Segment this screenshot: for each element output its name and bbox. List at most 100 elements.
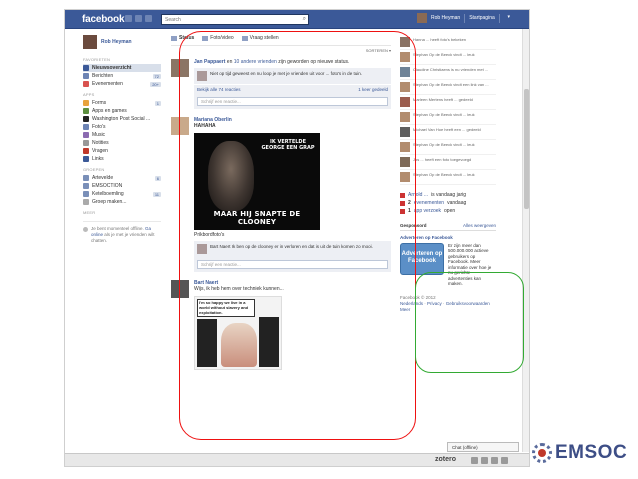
app-icon [83, 100, 89, 106]
sidebar-item-washington-post[interactable]: Washington Post Social ... [83, 115, 161, 123]
ticker-text: Stephan Op de Beeck vindt ... leuk [413, 142, 475, 147]
chat-label: Chat (offline) [452, 445, 478, 450]
count-badge: 72 [152, 73, 161, 79]
account-menu-icon[interactable]: ▾ [504, 14, 514, 23]
emsoc-logo: EMSOC [532, 442, 627, 464]
app-icon [83, 116, 89, 122]
zotero-button[interactable]: zotero [435, 456, 456, 463]
sidebar-item-news-feed[interactable]: Nieuwsoverzicht [83, 64, 161, 72]
sidebar-item-events[interactable]: Evenementen 20+ [83, 80, 161, 88]
sidebar-item-label: Nieuwsoverzicht [92, 65, 132, 71]
apps-header: APPS [83, 92, 95, 97]
count-badge: 20+ [150, 81, 161, 87]
addon-icon[interactable] [471, 457, 478, 464]
groups-header: GROEPEN [83, 167, 105, 172]
sidebar-item-label: Artevelde [92, 175, 114, 181]
news-feed-icon [83, 65, 89, 71]
ticker-text: Stephan Op de Beeck vindt ... leuk [413, 172, 475, 177]
events-link[interactable]: evenementen [414, 199, 444, 207]
chat-offline-note: Je bent momenteel offline. Ga online als… [83, 221, 161, 244]
favorites-header: FAVORIETEN [83, 57, 111, 62]
requests-text: open [444, 208, 456, 214]
search-placeholder: Search [165, 17, 181, 23]
sidebar-item-music[interactable]: Music [83, 131, 161, 139]
divider [498, 13, 500, 23]
sidebar-profile[interactable]: Rob Heyman [83, 35, 161, 49]
sidebar-item-create-group[interactable]: Groep maken... [83, 198, 161, 206]
sidebar-item-label: Groep maken... [92, 199, 127, 205]
ticker-text: Stephan Op de Beeck vindt ... leuk [413, 112, 475, 117]
notes-icon [83, 140, 89, 146]
music-icon [83, 132, 89, 138]
ticker-text: Hanna ... heeft foto's bekeken [413, 37, 467, 42]
group-icon [83, 191, 89, 197]
top-user-name[interactable]: Rob Heyman [431, 15, 460, 21]
see-all-ads-link[interactable]: Alles weergeven [463, 223, 496, 228]
sidebar-item-label: Notities [92, 140, 109, 146]
addon-icon[interactable] [501, 457, 508, 464]
count-badge: 11 [152, 191, 161, 197]
sidebar-item-label: Links [92, 156, 104, 162]
sidebar-item-label: Apps en games [92, 108, 127, 114]
sidebar-item-label: Foto's [92, 124, 106, 130]
sidebar-item-label: Music [92, 132, 106, 138]
ticker-text: Jos ... heeft een foto toegevoegd [413, 157, 472, 162]
search-input[interactable]: Search ⌕ [161, 14, 309, 25]
home-link[interactable]: Startpagina [469, 15, 495, 21]
sidebar-item-emsoction[interactable]: EMSOCTION [83, 182, 161, 190]
count-badge: 1 [154, 100, 161, 106]
facebook-top-bar: facebook Search ⌕ Rob Heyman Startpagina… [65, 10, 529, 29]
news-feed-highlight [179, 31, 416, 440]
links-icon [83, 156, 89, 162]
sidebar-item-label: Berichten [92, 73, 114, 79]
sidebar-item-label: Vragen [92, 148, 108, 154]
notifications-icon[interactable] [145, 15, 152, 22]
addon-icon[interactable] [491, 457, 498, 464]
chat-note-text: Je bent momenteel offline. [91, 226, 144, 231]
ticker-text: Stephan Op de Beeck vindt ... leuk [413, 52, 475, 57]
ticker-text: Marleen Mertens heeft ... gedeeld [413, 97, 473, 102]
gear-icon [532, 443, 552, 463]
avatar[interactable] [83, 35, 97, 49]
sidebar-item-artevelde[interactable]: Artevelde 6 [83, 174, 161, 182]
ticker-text: Stephan Op de Beeck vindt een link van .… [413, 82, 489, 87]
sidebar-item-label: Forms [92, 100, 107, 106]
events-text: vandaag [447, 200, 467, 206]
photos-icon [83, 124, 89, 130]
chat-status-icon [83, 227, 88, 232]
count-badge: 6 [154, 175, 161, 181]
emsoc-wordmark: EMSOC [555, 442, 628, 463]
sidebar-item-label: Ketelboemling [92, 191, 124, 197]
scrollbar-thumb[interactable] [524, 89, 529, 209]
friend-requests-icon[interactable] [125, 15, 132, 22]
sidebar-item-messages[interactable]: Berichten 72 [83, 72, 161, 80]
facebook-logo[interactable]: facebook [82, 14, 125, 25]
sidebar-item-forms[interactable]: Forms 1 [83, 99, 161, 107]
calendar-icon [83, 81, 89, 87]
sidebar-item-ketelboemling[interactable]: Ketelboemling 11 [83, 190, 161, 198]
avatar[interactable] [417, 13, 427, 23]
sidebar-item-label: Evenementen [92, 81, 123, 87]
sidebar-item-label: Washington Post Social ... [92, 116, 151, 122]
requests-link[interactable]: app verzoek [414, 207, 441, 215]
sidebar-item-questions[interactable]: Vragen [83, 147, 161, 155]
app-icon [83, 108, 89, 114]
search-icon[interactable]: ⌕ [303, 16, 306, 23]
ads-highlight [415, 272, 524, 373]
sidebar-item-photos[interactable]: Foto's [83, 123, 161, 131]
group-icon [83, 183, 89, 189]
ticker-text: Claudine Christiaens is nu vrienden met … [413, 67, 489, 72]
sidebar-item-notes[interactable]: Notities [83, 139, 161, 147]
more-link[interactable]: MEER [83, 210, 161, 215]
chat-bar[interactable]: Chat (offline) [447, 442, 519, 452]
sidebar-item-label: EMSOCTION [92, 183, 123, 189]
birthday-text: is vandaag jarig [431, 192, 467, 198]
group-icon [83, 175, 89, 181]
sidebar-item-apps-games[interactable]: Apps en games [83, 107, 161, 115]
addon-icon[interactable] [481, 457, 488, 464]
sidebar-user-name[interactable]: Rob Heyman [101, 39, 132, 45]
sidebar-item-links[interactable]: Links [83, 155, 161, 163]
messages-icon[interactable] [135, 15, 142, 22]
browser-status-bar: zotero [65, 453, 529, 466]
scrollbar[interactable] [522, 29, 529, 452]
